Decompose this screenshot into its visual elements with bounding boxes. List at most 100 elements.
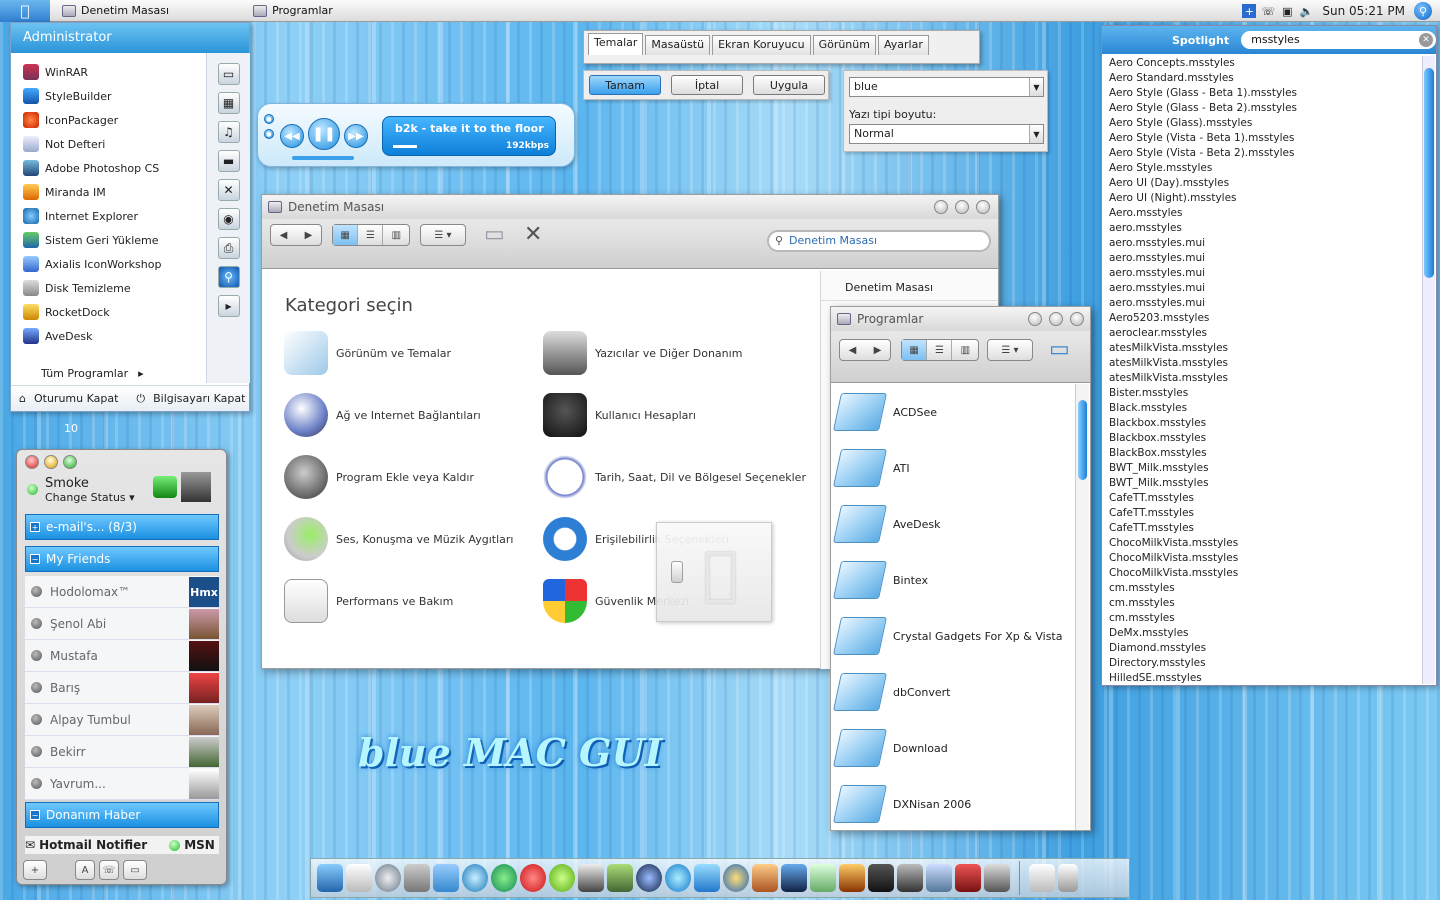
run-icon[interactable]: ▸ [217,295,240,317]
spotlight-result[interactable]: Aero Style (Glass - Beta 1).msstyles [1109,86,1422,101]
spotlight-result[interactable]: HilledSE.msstyles [1109,671,1422,684]
disk-icon[interactable] [375,864,401,892]
network-icon[interactable] [723,864,749,892]
spotlight-result[interactable]: Aero UI (Day).msstyles [1109,176,1422,191]
spotlight-result[interactable]: cm.msstyles [1109,611,1422,626]
close-button[interactable] [25,455,39,469]
arrange-button[interactable]: ☰ ▾ [987,339,1033,361]
start-item-avedesk[interactable]: AveDesk [11,324,204,348]
photo-icon[interactable] [839,864,865,892]
sidebar-title[interactable]: Denetim Masası [821,271,998,301]
printer-icon[interactable]: ⎙ [217,237,240,259]
scrollbar-thumb[interactable] [1078,400,1087,480]
category-sound[interactable]: Ses, Konuşma ve Müzik Aygıtları [284,517,513,561]
maximize-button[interactable] [1049,312,1063,326]
forward-arrow-icon[interactable]: ▶ [305,230,313,241]
network-places-icon[interactable]: ◉ [217,208,240,230]
clear-icon[interactable]: ✕ [1419,33,1433,47]
start-item-system-restore[interactable]: Sistem Geri Yükleme [11,228,204,252]
close-icon[interactable]: ● [264,114,274,124]
spotlight-result[interactable]: Black.msstyles [1109,401,1422,416]
scrollbar[interactable] [1075,384,1089,830]
music-player-icon[interactable] [549,864,575,892]
contact-item[interactable]: Alpay Tumbul [25,704,219,736]
change-status-button[interactable]: Change Status ▾ [45,491,135,504]
back-forward-buttons[interactable]: ◀ ▶ [270,224,322,246]
fast-forward-icon[interactable]: ▶▶ [344,124,368,148]
start-item-iconworkshop[interactable]: Axialis IconWorkshop [11,252,204,276]
minimize-icon[interactable]: ● [264,129,274,139]
spotlight-result[interactable]: atesMilkVista.msstyles [1109,341,1422,356]
spotlight-result[interactable]: Blackbox.msstyles [1109,431,1422,446]
contact-item[interactable]: Mustafa [25,640,219,672]
hotmail-notifier[interactable]: Hotmail Notifier [39,838,147,852]
back-forward-buttons[interactable]: ◀ ▶ [839,339,891,361]
forward-arrow-icon[interactable]: ▶ [874,345,882,356]
list-item[interactable]: Bintex [831,552,1076,608]
search-icon[interactable]: ⚲ [217,266,240,288]
start-item-miranda[interactable]: Miranda IM [11,180,204,204]
spotlight-result[interactable]: BWT_Milk.msstyles [1109,461,1422,476]
spotlight-result[interactable]: Aero Style (Glass).msstyles [1109,116,1422,131]
minimize-button[interactable] [934,200,948,214]
font-size-select[interactable]: Normal ▼ [849,124,1044,144]
group-emails[interactable]: + e-mail's... (8/3) [25,514,219,540]
search-tool-icon[interactable] [984,864,1010,892]
device-icon[interactable]: ▣ [1280,4,1294,18]
documents-icon[interactable]: ▭ [217,63,240,85]
spotlight-search-icon[interactable]: ⚲ [1414,2,1432,20]
network-icon[interactable]: + [1242,4,1257,18]
list-view-icon[interactable]: ☰ [358,225,384,245]
spotlight-result[interactable]: aero.msstyles [1109,221,1422,236]
list-item[interactable]: AveDesk [831,496,1076,552]
msn-buddy-icon[interactable] [153,476,177,498]
spotlight-result[interactable]: cm.msstyles [1109,596,1422,611]
category-network[interactable]: Ağ ve Internet Bağlantıları [284,393,481,437]
volume-icon[interactable]: 🔈 [1299,4,1314,18]
spotlight-result[interactable]: BWT_Milk.msstyles [1109,476,1422,491]
photos-icon[interactable] [926,864,952,892]
list-item[interactable]: dbConvert [831,664,1076,720]
back-arrow-icon[interactable]: ◀ [849,345,857,356]
spotlight-result[interactable]: Aero Style (Vista - Beta 1).msstyles [1109,131,1422,146]
quicktime-icon[interactable] [665,864,691,892]
finder-icon[interactable] [317,864,343,892]
group-my-friends[interactable]: − My Friends [25,546,219,572]
clock[interactable]: Sun 05:21 PM [1322,4,1405,18]
minimize-button[interactable] [44,455,58,469]
spotlight-result[interactable]: Directory.msstyles [1109,656,1422,671]
contact-item[interactable]: Barış [25,672,219,704]
video-icon[interactable]: ▭ [123,860,147,880]
apple-menu-icon[interactable]:  [0,0,50,22]
tab-screensaver[interactable]: Ekran Koruyucu [712,35,811,55]
spotlight-result[interactable]: CafeTT.msstyles [1109,506,1422,521]
category-user-accounts[interactable]: Kullanıcı Hesapları [543,393,696,437]
new-folder-icon[interactable]: ▭ [1049,337,1070,362]
start-item-notepad[interactable]: Not Defteri [11,132,204,156]
start-item-photoshop[interactable]: Adobe Photoshop CS [11,156,204,180]
start-item-disk-cleanup[interactable]: Disk Temizleme [11,276,204,300]
spotlight-result[interactable]: aeroclear.msstyles [1109,326,1422,341]
control-panel-search[interactable]: ⚲ Denetim Masası [767,230,991,252]
spotlight-result[interactable]: Bister.msstyles [1109,386,1422,401]
spotlight-result[interactable]: Aero Concepts.msstyles [1109,56,1422,71]
fonts-icon[interactable] [578,864,604,892]
text-icon[interactable]: A [75,860,95,880]
tab-themes[interactable]: Temalar [588,33,644,55]
spotlight-search-input[interactable]: msstyles ✕ [1241,31,1436,49]
spotlight-result[interactable]: Aero5203.msstyles [1109,311,1422,326]
category-add-remove-programs[interactable]: Program Ekle veya Kaldır [284,455,474,499]
logoff-button[interactable]: Oturumu Kapat [34,392,118,405]
spotlight-result[interactable]: Diamond.msstyles [1109,641,1422,656]
minimize-button[interactable] [1028,312,1042,326]
tab-settings[interactable]: Ayarlar [877,35,929,55]
guitar-icon[interactable] [752,864,778,892]
movie-icon[interactable] [868,864,894,892]
arrange-button[interactable]: ☰ ▾ [420,224,466,246]
category-appearance[interactable]: Görünüm ve Temalar [284,331,451,375]
column-view-icon[interactable]: ▥ [953,340,978,360]
monitor-icon[interactable] [781,864,807,892]
shutdown-button[interactable]: Bilgisayarı Kapat [153,392,245,405]
spotlight-result[interactable]: ChocoMilkVista.msstyles [1109,566,1422,581]
safari-icon[interactable] [462,864,488,892]
